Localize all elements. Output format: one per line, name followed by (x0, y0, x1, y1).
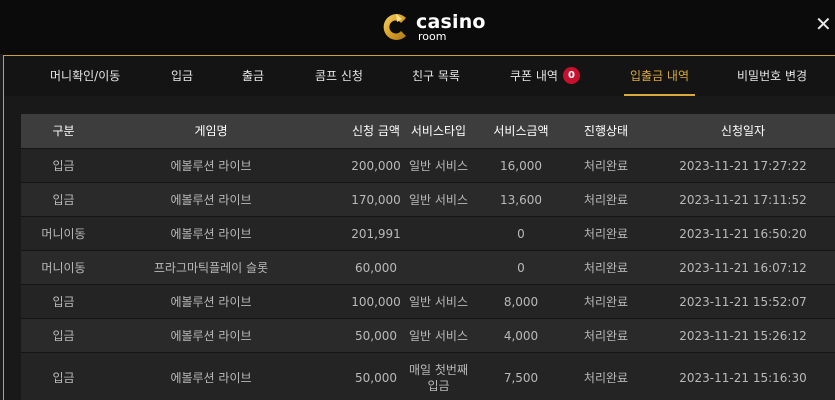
col-status: 진행상태 (583, 124, 629, 138)
table-row: 입금 에볼루션 라이브 170,000 일반 서비스 13,600 처리완료 2023-11… (21, 182, 835, 216)
table-row: 머니이동 프라그마틱플레이 슬롯 60,000 0 처리완료 2023-11-21 16:… (21, 250, 835, 284)
tab-money-check[interactable]: 머니확인/이동 (50, 56, 120, 96)
tab-withdraw[interactable]: 출금 (242, 56, 264, 96)
table-header: 구분 게임명 신청 금액 서비스타입 서비스금액 진행상태 신청일자 (21, 114, 835, 148)
row-status: 처리완료 (583, 328, 629, 343)
tab-comp-request[interactable]: 콤프 신청 (315, 56, 363, 96)
table-row: 입금 에볼루션 라이브 50,000 매일 첫번째 입금 7,500 처리완료 2023-1… (21, 352, 835, 400)
brand-sub: room (418, 29, 447, 43)
brand-logo: casino room (379, 9, 486, 45)
header: casino room ✕ (0, 0, 835, 54)
row-game: 에볼루션 라이브 (170, 192, 252, 207)
row-status: 처리완료 (583, 158, 629, 173)
row-date: 2023-11-21 15:26:12 (679, 328, 807, 343)
row-status: 처리완료 (583, 260, 629, 275)
col-date: 신청일자 (720, 124, 766, 138)
row-type: 머니이동 (41, 226, 86, 241)
table-row: 입금 에볼루션 라이브 50,000 일반 서비스 4,000 처리완료 2023-11-2… (21, 318, 835, 352)
table-row: 입금 에볼루션 라이브 100,000 일반 서비스 8,000 처리완료 2023-11-… (21, 284, 835, 318)
casino-logo-icon (383, 14, 406, 41)
row-date: 2023-11-21 15:52:07 (679, 294, 807, 309)
col-game: 게임명 (194, 124, 228, 138)
row-status: 처리완료 (583, 192, 629, 207)
row-type: 입금 (52, 192, 75, 207)
tab-deposit[interactable]: 입금 (171, 56, 193, 96)
account-panel: 머니확인/이동 입금 출금 콤프 신청 친구 목록 쿠폰 내역 0 입출금 내역 … (3, 55, 835, 400)
row-type: 입금 (52, 294, 75, 309)
table-body: 입금 에볼루션 라이브 200,000 일반 서비스 16,000 처리완료 2023-11… (21, 148, 835, 400)
col-type: 구분 (52, 124, 75, 138)
row-date: 2023-11-21 17:11:52 (679, 192, 807, 207)
transaction-table: 구분 게임명 신청 금액 서비스타입 서비스금액 진행상태 신청일자 입금에볼루… (21, 114, 835, 400)
row-game: 프라그마틱플레이 슬롯 (153, 260, 269, 275)
row-game: 에볼루션 라이브 (170, 370, 252, 385)
coupon-count-badge: 0 (562, 67, 580, 84)
row-game: 에볼루션 라이브 (170, 226, 252, 241)
close-icon[interactable]: ✕ (815, 14, 833, 34)
tab-coupon-history[interactable]: 쿠폰 내역 0 (510, 56, 580, 96)
row-game: 에볼루션 라이브 (170, 328, 252, 343)
row-date: 2023-11-21 15:16:30 (679, 370, 807, 385)
row-game: 에볼루션 라이브 (170, 158, 252, 173)
row-date: 2023-11-21 17:27:22 (679, 158, 807, 173)
row-date: 2023-11-21 16:50:20 (679, 226, 807, 241)
table-row: 머니이동 에볼루션 라이브 201,991 0 처리완료 2023-11-21 16:50… (21, 216, 835, 250)
row-type: 입금 (52, 370, 75, 385)
tab-coupon-label: 쿠폰 내역 (510, 69, 558, 83)
row-type: 머니이동 (41, 260, 86, 275)
tab-transaction-history[interactable]: 입출금 내역 (623, 56, 696, 96)
row-type: 입금 (52, 158, 75, 173)
tab-change-password[interactable]: 비밀번호 변경 (737, 56, 807, 96)
brand-name: casino (416, 10, 486, 33)
row-game: 에볼루션 라이브 (170, 294, 252, 309)
table-row: 입금 에볼루션 라이브 200,000 일반 서비스 16,000 처리완료 2023-11… (21, 148, 835, 182)
row-status: 처리완료 (583, 226, 629, 241)
tab-friend-list[interactable]: 친구 목록 (412, 56, 460, 96)
row-status: 처리완료 (583, 370, 629, 385)
tab-bar: 머니확인/이동 입금 출금 콤프 신청 친구 목록 쿠폰 내역 0 입출금 내역 … (4, 56, 835, 96)
row-type: 입금 (52, 328, 75, 343)
row-date: 2023-11-21 16:07:12 (679, 260, 807, 275)
row-status: 처리완료 (583, 294, 629, 309)
